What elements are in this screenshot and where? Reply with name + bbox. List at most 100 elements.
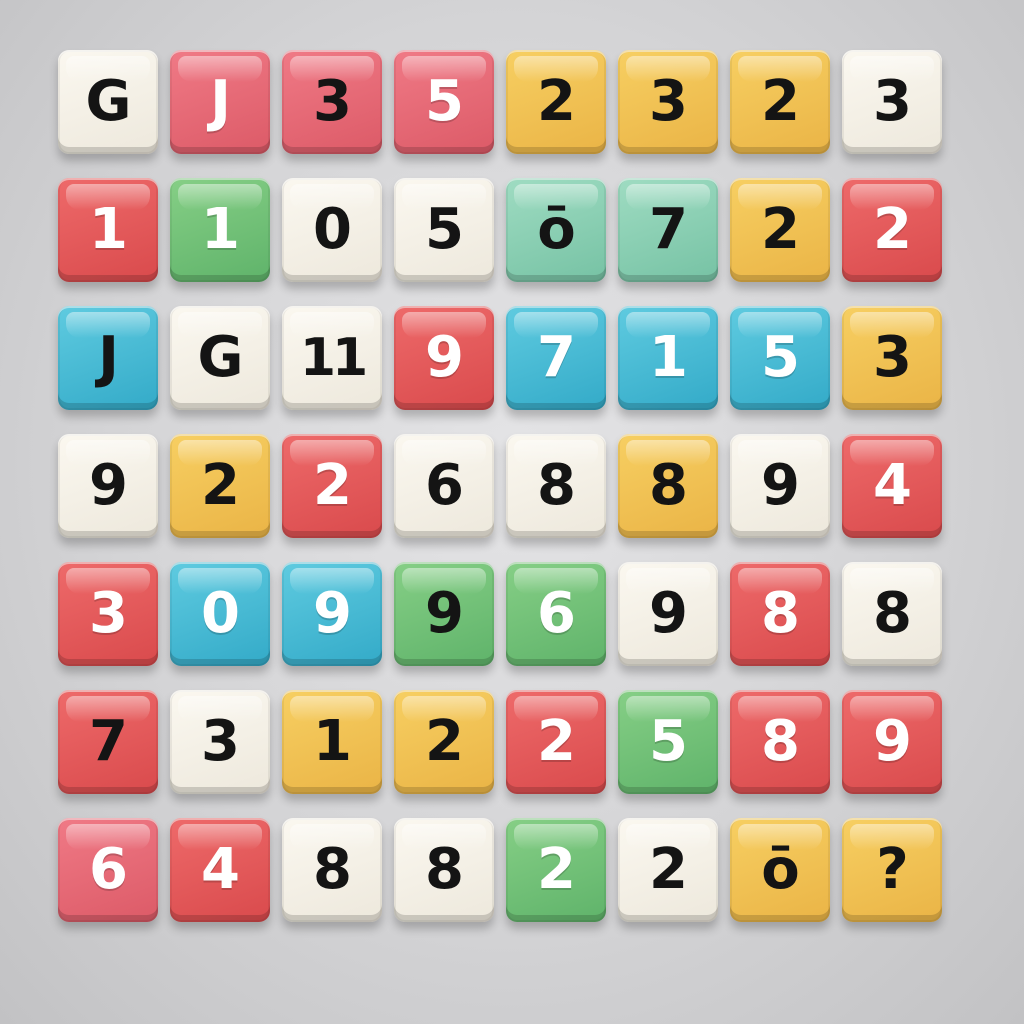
tile: 1 — [58, 178, 158, 282]
tile-character: 7 — [537, 325, 576, 390]
tile: 8 — [282, 818, 382, 922]
tile-character: 6 — [425, 453, 464, 518]
tile: 3 — [618, 50, 718, 154]
tile-character: 2 — [761, 197, 800, 262]
tile-character: ō — [537, 197, 575, 262]
tile-character: 2 — [313, 453, 352, 518]
tile: 2 — [506, 818, 606, 922]
tile: ō — [730, 818, 830, 922]
tile-character: 4 — [873, 453, 912, 518]
tile: 7 — [618, 178, 718, 282]
tile: 8 — [618, 434, 718, 538]
tile-character: 11 — [299, 328, 368, 388]
tile: 0 — [282, 178, 382, 282]
tile-character: 2 — [425, 709, 464, 774]
tile: 2 — [394, 690, 494, 794]
tile-character: 0 — [201, 581, 240, 646]
tile-character: 6 — [89, 837, 128, 902]
tile: J — [58, 306, 158, 410]
tile: 2 — [730, 50, 830, 154]
tile: G — [170, 306, 270, 410]
tile: 1 — [170, 178, 270, 282]
tile-character: 5 — [649, 709, 688, 774]
tile: J — [170, 50, 270, 154]
tile-character: 5 — [425, 197, 464, 262]
tile-character: ? — [876, 837, 909, 902]
tile-grid: G J 3 5 2 3 2 3 1 1 0 5 ō 7 2 2 J G 11 9 7 1 5 3 9 2 2 6 8 8 9 4 3 0 9 9 6 9 8… — [58, 50, 962, 950]
tile-character: 2 — [761, 69, 800, 134]
tile: 3 — [842, 306, 942, 410]
tile-character: 2 — [537, 709, 576, 774]
tile: 2 — [618, 818, 718, 922]
tile-character: 3 — [873, 69, 912, 134]
tile: 7 — [58, 690, 158, 794]
tile: 11 — [282, 306, 382, 410]
tile-character: 2 — [201, 453, 240, 518]
tile: 0 — [170, 562, 270, 666]
tile-character: 1 — [89, 197, 128, 262]
tile: 2 — [506, 690, 606, 794]
tile: 9 — [842, 690, 942, 794]
tile: G — [58, 50, 158, 154]
tile-character: J — [98, 325, 119, 390]
tile: 1 — [618, 306, 718, 410]
tile: 9 — [394, 306, 494, 410]
tile: 8 — [506, 434, 606, 538]
tile-character: 3 — [313, 69, 352, 134]
tile: 2 — [170, 434, 270, 538]
tile: 7 — [506, 306, 606, 410]
tile-character: J — [210, 69, 231, 134]
tile: 3 — [170, 690, 270, 794]
tile: 3 — [58, 562, 158, 666]
tile-character: 7 — [89, 709, 128, 774]
tile-character: 3 — [89, 581, 128, 646]
tile-character: 8 — [537, 453, 576, 518]
tile: ? — [842, 818, 942, 922]
tile: 3 — [282, 50, 382, 154]
tile-character: 0 — [313, 197, 352, 262]
tile: 8 — [730, 562, 830, 666]
tile: 9 — [58, 434, 158, 538]
tile: 5 — [618, 690, 718, 794]
tile-character: 8 — [425, 837, 464, 902]
tile: 5 — [394, 178, 494, 282]
tile-character: 2 — [649, 837, 688, 902]
tile: 4 — [170, 818, 270, 922]
tile: 9 — [730, 434, 830, 538]
tile-character: 9 — [313, 581, 352, 646]
tile-character: 9 — [425, 581, 464, 646]
tile-character: 5 — [425, 69, 464, 134]
tile-character: 3 — [649, 69, 688, 134]
tile-character: 4 — [201, 837, 240, 902]
tile: 2 — [506, 50, 606, 154]
tile-character: 1 — [313, 709, 352, 774]
tile-character: 9 — [873, 709, 912, 774]
tile-character: 1 — [649, 325, 688, 390]
tile-character: 3 — [873, 325, 912, 390]
tile-character: ō — [761, 837, 799, 902]
tile-character: 6 — [537, 581, 576, 646]
tile-character: 9 — [649, 581, 688, 646]
tile: ō — [506, 178, 606, 282]
tile: 4 — [842, 434, 942, 538]
tile-character: 2 — [873, 197, 912, 262]
tile-character: 9 — [761, 453, 800, 518]
tile: 6 — [58, 818, 158, 922]
tile: 5 — [730, 306, 830, 410]
tile-character: 8 — [313, 837, 352, 902]
tile: 6 — [394, 434, 494, 538]
tile: 9 — [618, 562, 718, 666]
tile-character: 8 — [873, 581, 912, 646]
tile-character: 9 — [89, 453, 128, 518]
tile-character: 2 — [537, 69, 576, 134]
tile: 9 — [282, 562, 382, 666]
tile: 8 — [394, 818, 494, 922]
tile: 2 — [282, 434, 382, 538]
tile: 2 — [842, 178, 942, 282]
tile: 1 — [282, 690, 382, 794]
tile-character: 8 — [761, 581, 800, 646]
tile: 2 — [730, 178, 830, 282]
tile-character: 1 — [201, 197, 240, 262]
tile: 8 — [842, 562, 942, 666]
tile-character: 5 — [761, 325, 800, 390]
